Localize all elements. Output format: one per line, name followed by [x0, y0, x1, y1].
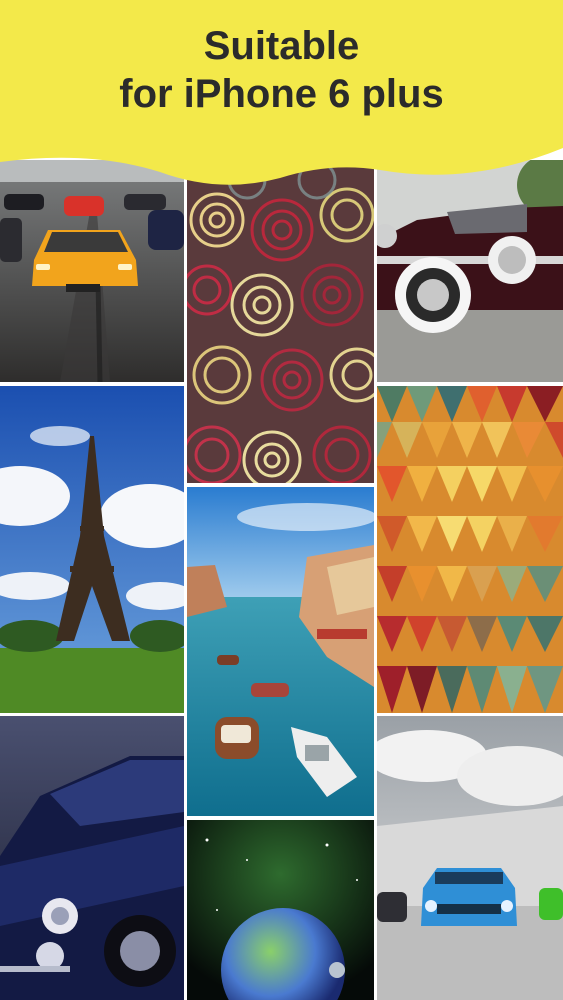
headline-line-2: for iPhone 6 plus: [119, 72, 444, 116]
wallpaper-eiffel-tower[interactable]: [0, 386, 184, 713]
wallpaper-blue-challenger[interactable]: [377, 716, 563, 1000]
promo-headline: Suitable for iPhone 6 plus: [0, 22, 563, 118]
wallpaper-venice-canal[interactable]: [187, 487, 374, 816]
wallpaper-vintage-car[interactable]: [377, 160, 563, 382]
wallpaper-space-planet[interactable]: [187, 820, 374, 1000]
wallpaper-swirl-pattern[interactable]: [187, 160, 374, 483]
wallpaper-muscle-car[interactable]: [0, 716, 184, 1000]
headline-line-1: Suitable: [203, 24, 360, 68]
wallpaper-geometric-triangles[interactable]: [377, 386, 563, 713]
wallpaper-sports-cars[interactable]: [0, 160, 184, 382]
